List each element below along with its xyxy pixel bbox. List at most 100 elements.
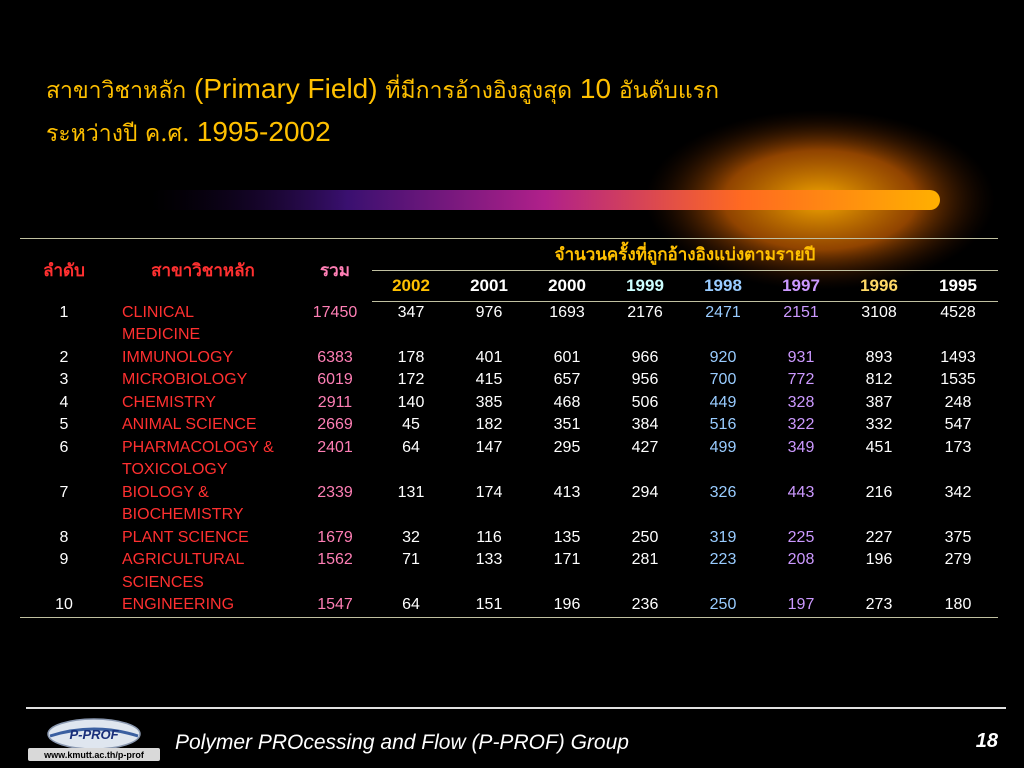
header-year: 2000 [528, 270, 606, 302]
total-cell: 1547 [317, 596, 353, 613]
year-value-cell: 151 [475, 596, 503, 613]
slide-title: สาขาวิชาหลัก (Primary Field) ที่มีการอ้า… [46, 68, 719, 154]
year-value-cell: 295 [553, 438, 581, 456]
year-value-cell: 3108 [861, 304, 897, 321]
year-value-cell: 196 [865, 551, 893, 568]
year-value-cell: 499 [709, 438, 737, 456]
field-cell: IMMUNOLOGY [108, 347, 298, 370]
rank-cell: 4 [59, 393, 69, 411]
rank-cell: 7 [59, 483, 69, 501]
year-value-cell: 2176 [627, 304, 663, 321]
year-value-cell: 172 [397, 371, 425, 388]
year-value-cell: 547 [944, 416, 972, 433]
year-value-cell: 347 [397, 304, 425, 321]
field-name-line-1: PLANT SCIENCE [122, 528, 249, 546]
field-cell: MICROBIOLOGY [108, 369, 298, 392]
total-cell: 6019 [317, 371, 353, 388]
year-value-cell: 328 [787, 393, 815, 411]
total-cell: 1562 [317, 551, 353, 568]
citation-table: ลำดับ สาขาวิชาหลัก รวม จำนวนครั้งที่ถูกอ… [20, 238, 998, 618]
header-year: 2001 [450, 270, 528, 302]
year-value-cell: 171 [553, 551, 581, 568]
field-cell: AGRICULTURAL SCIENCES [108, 549, 298, 594]
year-value-cell: 116 [476, 528, 502, 546]
year-value-cell: 931 [787, 348, 815, 366]
year-value-cell: 443 [787, 483, 815, 501]
year-value-cell: 332 [865, 416, 893, 433]
year-value-cell: 71 [402, 551, 420, 568]
year-value-cell: 384 [631, 416, 659, 433]
table-row: 4 CHEMISTRY 2911 140 385 468 506 449 328 387 248 [20, 392, 998, 415]
year-value-cell: 342 [944, 483, 972, 501]
field-cell: BIOLOGY & BIOCHEMISTRY [108, 482, 298, 527]
year-value-cell: 1693 [549, 304, 585, 321]
year-value-cell: 2471 [705, 304, 741, 321]
svg-text:www.kmutt.ac.th/p-prof: www.kmutt.ac.th/p-prof [43, 750, 145, 760]
total-cell: 2669 [317, 416, 353, 433]
field-name-line-1: AGRICULTURAL [122, 551, 245, 568]
header-rank: ลำดับ [43, 260, 85, 280]
field-cell: PLANT SCIENCE [108, 527, 298, 550]
year-value-cell: 133 [475, 551, 503, 568]
year-value-cell: 700 [709, 371, 737, 388]
total-cell: 2339 [317, 483, 353, 501]
svg-text:P-PROF: P-PROF [69, 727, 119, 742]
field-name-line-1: ENGINEERING [122, 596, 235, 613]
field-name-line-1: ANIMAL SCIENCE [122, 416, 257, 433]
total-cell: 6383 [317, 348, 353, 366]
table-row: 10 ENGINEERING 1547 64 151 196 236 250 197 273 180 [20, 594, 998, 617]
year-value-cell: 227 [865, 528, 893, 546]
year-value-cell: 64 [402, 596, 420, 613]
year-value-cell: 250 [631, 528, 659, 546]
field-cell: ANIMAL SCIENCE [108, 414, 298, 437]
table-row: 2 IMMUNOLOGY 6383 178 401 601 966 920 931 893 1493 [20, 347, 998, 370]
field-name-line-2: SCIENCES [122, 573, 204, 591]
header-year: 1998 [684, 270, 762, 302]
field-name-line-2: BIOCHEMISTRY [122, 506, 244, 523]
total-cell: 1679 [317, 528, 353, 546]
year-value-cell: 385 [475, 393, 503, 411]
rank-cell: 5 [59, 416, 69, 433]
title-line-2: ระหว่างปี ค.ศ. 1995-2002 [46, 116, 331, 147]
year-value-cell: 250 [709, 596, 737, 613]
page-number: 18 [975, 730, 998, 752]
year-value-cell: 45 [402, 416, 420, 433]
field-cell: PHARMACOLOGY & TOXICOLOGY [108, 437, 298, 482]
rank-cell: 3 [59, 371, 69, 388]
header-total: รวม [320, 260, 350, 280]
year-value-cell: 351 [553, 416, 581, 433]
year-value-cell: 349 [787, 438, 815, 456]
year-value-cell: 174 [475, 483, 503, 501]
header-citations-by-year: จำนวนครั้งที่ถูกอ้างอิงแบ่งตามรายปี [554, 245, 816, 264]
year-value-cell: 451 [865, 438, 893, 456]
year-value-cell: 236 [631, 596, 659, 613]
rank-cell: 6 [59, 438, 69, 456]
year-value-cell: 1493 [940, 348, 976, 366]
field-cell: CHEMISTRY [108, 392, 298, 415]
rank-cell: 9 [59, 551, 69, 568]
year-value-cell: 506 [631, 393, 659, 411]
year-value-cell: 135 [553, 528, 581, 546]
year-value-cell: 147 [475, 438, 503, 456]
year-value-cell: 32 [402, 528, 420, 546]
footer-divider [26, 707, 1006, 709]
year-value-cell: 2151 [783, 304, 819, 321]
year-value-cell: 178 [397, 348, 425, 366]
header-year: 1996 [840, 270, 918, 302]
header-year: 2002 [372, 270, 450, 302]
year-value-cell: 657 [553, 371, 581, 388]
year-value-cell: 180 [944, 596, 972, 613]
year-value-cell: 140 [397, 393, 425, 411]
table-body: 1 CLINICAL MEDICINE 17450 347 976 1693 2176 2471… [20, 302, 998, 618]
field-name-line-1: MICROBIOLOGY [122, 371, 248, 388]
year-value-cell: 208 [787, 551, 815, 568]
year-value-cell: 812 [865, 371, 893, 388]
field-cell: ENGINEERING [108, 594, 298, 617]
rank-cell: 2 [59, 348, 69, 366]
year-value-cell: 197 [787, 596, 815, 613]
table-row: 9 AGRICULTURAL SCIENCES 1562 71 133 171 281 223 2… [20, 549, 998, 594]
p-prof-logo: P-PROF www.kmutt.ac.th/p-prof [28, 718, 160, 761]
table-row: 1 CLINICAL MEDICINE 17450 347 976 1693 2176 2471… [20, 302, 998, 347]
header-field: สาขาวิชาหลัก [151, 260, 255, 280]
year-value-cell: 279 [944, 551, 972, 568]
